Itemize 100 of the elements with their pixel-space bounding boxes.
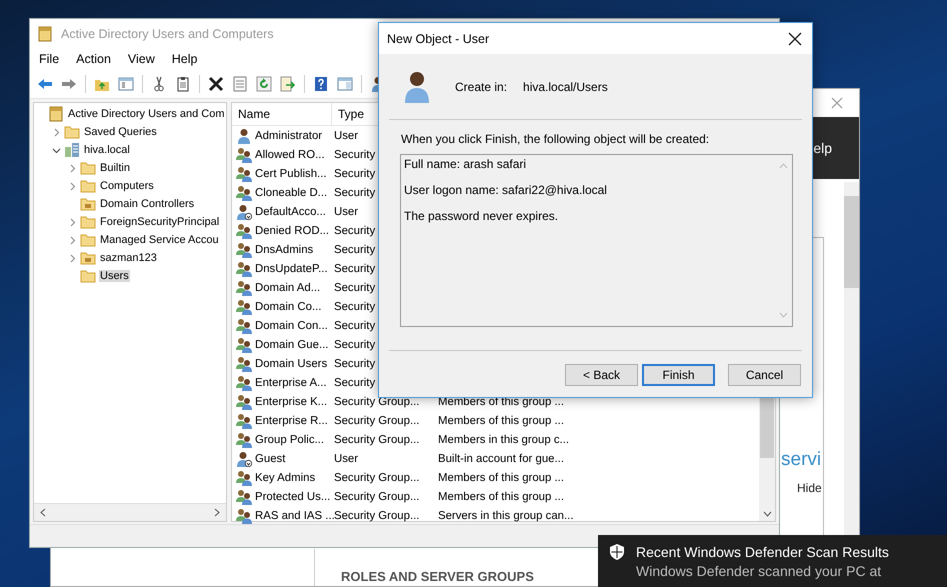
menu-item[interactable]: elp [813, 140, 832, 156]
properties-icon[interactable] [232, 76, 248, 92]
user-icon [403, 70, 431, 102]
hide-link[interactable]: Hide [797, 481, 822, 495]
name-cell: Domain Gue... [255, 338, 328, 350]
scrollbar-thumb[interactable] [760, 398, 774, 458]
group-icon [236, 412, 252, 428]
group-icon [236, 184, 252, 200]
type-cell: Security Group... [334, 434, 420, 446]
group-icon [236, 374, 252, 390]
type-cell: Security [334, 244, 376, 256]
tree-item[interactable]: Managed Service Accou [99, 234, 220, 246]
description-cell-text: Built-in account for gue... [437, 452, 564, 464]
forward-arrow-icon[interactable] [61, 76, 77, 92]
group-icon [236, 356, 252, 372]
dialog-button[interactable]: < Back [565, 364, 638, 386]
group-icon [236, 470, 252, 486]
create-in-label: Create in: [455, 80, 508, 94]
menu-item[interactable]: Help [172, 52, 198, 66]
group-icon [236, 146, 252, 162]
group-icon [236, 242, 252, 258]
notification-toast[interactable]: Recent Windows Defender Scan Results Windows Defender scanned your PC at [598, 535, 947, 587]
menu-item[interactable]: File [39, 52, 60, 66]
create-in-path: hiva.local/Users [523, 80, 608, 94]
group-icon [236, 336, 252, 352]
disabled-user-icon [236, 450, 252, 466]
back-arrow-icon[interactable] [37, 76, 53, 92]
type-cell: Security [334, 186, 376, 198]
summary-line: The password never expires. [404, 209, 560, 223]
folder-icon [80, 232, 96, 248]
section-heading: ROLES AND SERVER GROUPS [341, 569, 534, 584]
export-icon[interactable] [280, 76, 296, 92]
type-cell: Security [334, 224, 376, 236]
name-cell: Domain Users [255, 358, 328, 370]
group-icon [236, 222, 252, 238]
snap-in-icon [37, 26, 53, 42]
tree-item[interactable]: Builtin [99, 162, 131, 174]
type-cell: Security [334, 282, 376, 294]
chevron-down-icon[interactable] [52, 146, 61, 154]
organizational-unit-icon [80, 196, 96, 212]
tree-item[interactable]: Domain Controllers [99, 198, 196, 210]
name-cell: DefaultAcco... [255, 206, 326, 218]
close-icon[interactable] [788, 32, 802, 46]
tree-item[interactable]: Computers [99, 180, 155, 192]
type-cell: Security [334, 300, 376, 312]
user-icon [236, 128, 252, 144]
delete-icon[interactable] [208, 76, 224, 92]
description-cell-text: Members of this group ... [437, 414, 564, 426]
name-cell: Guest [255, 452, 286, 464]
folder-icon [80, 160, 96, 176]
type-cell: Security [334, 168, 376, 180]
show-pane-icon[interactable] [337, 76, 353, 92]
tree-item[interactable]: sazman123 [99, 252, 158, 264]
name-cell: DnsAdmins [255, 244, 314, 256]
scroll-right-icon[interactable] [214, 508, 221, 517]
folder-icon [64, 124, 80, 140]
name-cell: Enterprise A... [255, 376, 327, 388]
name-cell: Denied ROD... [255, 224, 330, 236]
tile-title: servi [781, 449, 822, 471]
group-icon [236, 280, 252, 296]
type-cell: Security [334, 358, 376, 370]
tree-item[interactable]: hiva.local [83, 144, 131, 156]
type-cell: User [334, 452, 358, 464]
summary-line: User logon name: safari22@hiva.local [404, 183, 608, 197]
name-cell: Administrator [255, 130, 322, 142]
toast-title: Recent Windows Defender Scan Results [636, 544, 889, 560]
tree-item[interactable]: ForeignSecurityPrincipal [99, 216, 220, 228]
scroll-left-icon[interactable] [39, 508, 46, 517]
dialog-button[interactable]: Finish [642, 364, 715, 386]
name-cell: Enterprise K... [255, 396, 328, 408]
tree-item[interactable]: Users [99, 270, 130, 282]
tree-item[interactable]: Saved Queries [83, 126, 158, 138]
type-cell: Security [334, 148, 376, 160]
summary-line: Full name: arash safari [404, 157, 528, 171]
tree-item[interactable]: Active Directory Users and Com [67, 108, 226, 120]
name-cell: Enterprise R... [255, 414, 328, 426]
toast-message: Windows Defender scanned your PC at [636, 563, 882, 579]
organizational-unit-icon [80, 250, 96, 266]
refresh-icon[interactable] [256, 76, 272, 92]
help-icon[interactable] [313, 76, 329, 92]
name-cell: Domain Co... [255, 300, 322, 312]
chevron-right-icon[interactable] [52, 128, 61, 136]
type-cell: Security [334, 320, 376, 332]
type-cell: Security [334, 262, 376, 274]
description-cell-text: Servers in this group can... [437, 510, 574, 522]
column-header[interactable]: Name [232, 103, 332, 125]
dialog-button[interactable]: Cancel [728, 364, 801, 386]
group-icon [236, 166, 252, 182]
dialog-title: New Object - User [387, 32, 490, 46]
console-tree-icon[interactable] [118, 76, 134, 92]
horizontal-scrollbar[interactable] [34, 503, 226, 521]
group-icon [236, 298, 252, 314]
name-cell: Allowed RO... [255, 148, 325, 160]
name-cell: Protected Us... [255, 490, 330, 502]
menu-item[interactable]: View [128, 52, 155, 66]
snap-in-icon [48, 106, 64, 122]
name-cell: Group Polic... [255, 434, 324, 446]
scroll-down-icon[interactable] [762, 511, 772, 518]
menu-item[interactable]: Action [76, 52, 111, 66]
clipboard-icon[interactable] [175, 76, 191, 92]
